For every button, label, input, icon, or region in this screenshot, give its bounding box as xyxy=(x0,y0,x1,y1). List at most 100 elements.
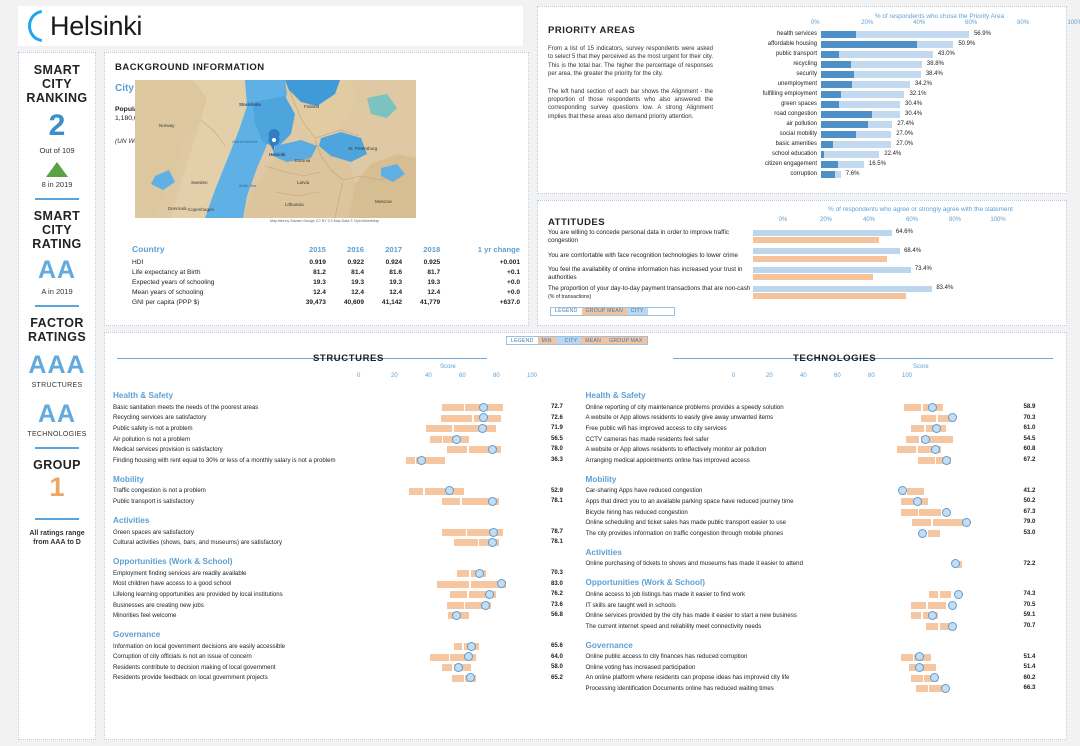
factor-row[interactable]: Online access to job listings has made i… xyxy=(586,589,1059,600)
city-score-marker[interactable] xyxy=(942,507,952,517)
svg-text:Gulf of Bothnia: Gulf of Bothnia xyxy=(232,140,257,144)
factor-row[interactable]: CCTV cameras has made residents feel saf… xyxy=(586,434,1059,445)
priority-row: security 38.4% xyxy=(733,69,1058,79)
map-graphic: Norway Sweden Finland Denmark Estonia La… xyxy=(135,80,416,218)
total-segment xyxy=(867,120,893,128)
min-to-mean-bar xyxy=(429,653,449,661)
city-score-marker[interactable] xyxy=(417,455,427,465)
factor-row[interactable]: Employment finding services are readily … xyxy=(113,568,586,579)
city-score-marker[interactable] xyxy=(931,423,941,433)
factor-row[interactable]: Online services provided by the city has… xyxy=(586,610,1059,621)
city-score-marker[interactable] xyxy=(940,684,950,694)
factor-row[interactable]: Online scheduling and ticket sales has m… xyxy=(586,517,1059,528)
factor-row[interactable]: The city provides information on traffic… xyxy=(586,528,1059,539)
factor-ratings-label: FACTOR RATINGS xyxy=(27,316,87,344)
factor-score-value: 65.2 xyxy=(551,673,563,681)
factor-row[interactable]: IT skills are taught well in schools 70.5 xyxy=(586,600,1059,611)
table-cell: Life expectancy at Birth xyxy=(132,268,201,276)
city-score-marker[interactable] xyxy=(451,434,461,444)
score-tick: 100 xyxy=(527,373,538,379)
factor-group-heading: Mobility xyxy=(585,474,617,484)
score-tick: 20 xyxy=(391,373,398,379)
factor-row[interactable]: Green spaces are satisfactory 78.7 xyxy=(113,527,586,538)
city-bar xyxy=(753,285,933,292)
priority-track xyxy=(821,140,1080,148)
svg-text:Moscow: Moscow xyxy=(375,199,393,204)
city-score-marker[interactable] xyxy=(477,423,487,433)
min-to-mean-bar xyxy=(926,622,939,630)
factor-row[interactable]: Most children have access to a good scho… xyxy=(113,579,586,590)
factor-row[interactable]: Businesses are creating new jobs 73.6 xyxy=(113,600,586,611)
city-score-marker[interactable] xyxy=(475,568,484,578)
factor-score-value: 50.2 xyxy=(1023,497,1036,505)
factor-row[interactable]: Apps that direct you to an available par… xyxy=(586,496,1059,507)
city-score-marker[interactable] xyxy=(467,641,477,651)
factor-row[interactable]: Public safety is not a problem 71.9 xyxy=(113,423,586,434)
factor-row[interactable]: A website or App allows residents to eff… xyxy=(586,444,1059,455)
total-segment xyxy=(852,80,910,88)
factor-row[interactable]: Processing identification Documents onli… xyxy=(586,683,1059,694)
factor-row[interactable]: Online reporting of city maintenance pro… xyxy=(586,402,1059,413)
factor-row[interactable]: Basic sanitation meets the needs of the … xyxy=(113,402,586,413)
city-score-marker[interactable] xyxy=(918,528,928,538)
min-to-mean-bar xyxy=(903,404,922,411)
factor-row[interactable]: Air pollution is not a problem 56.5 xyxy=(113,434,586,445)
factor-row[interactable]: The current internet speed and reliabili… xyxy=(586,621,1059,632)
factor-row[interactable]: Recycling services are satisfactory 72.6 xyxy=(113,413,586,424)
factor-label: Bicycle hiring has reduced congestion xyxy=(585,508,688,516)
priority-track xyxy=(821,30,1080,38)
location-map[interactable]: Norway Sweden Finland Denmark Estonia La… xyxy=(135,80,416,218)
attitudes-legend: LEGEND GROUP MEAN CITY xyxy=(550,299,675,317)
factor-row[interactable]: Arranging medical appointments online ha… xyxy=(586,455,1059,466)
factor-row[interactable]: An online platform where residents can p… xyxy=(586,673,1059,684)
city-score-marker[interactable] xyxy=(947,600,957,610)
smart-city-rating-label: SMART CITY RATING xyxy=(32,209,82,251)
city-score-marker[interactable] xyxy=(479,402,489,412)
factor-row[interactable]: Minorities feel welcome 56.8 xyxy=(113,610,586,621)
factor-row[interactable]: Traffic congestion is not a problem 52.9 xyxy=(113,486,586,497)
priority-track xyxy=(821,50,1080,58)
min-to-mean-bar xyxy=(405,456,415,464)
factor-row[interactable]: Lifelong learning opportunities are prov… xyxy=(113,589,586,600)
factor-label: The current internet speed and reliabili… xyxy=(585,622,762,630)
mean-to-max-bar xyxy=(424,487,464,495)
factor-row[interactable]: Free public wifi has improved access to … xyxy=(586,423,1059,434)
factor-row[interactable]: Online public access to city finances ha… xyxy=(586,652,1059,663)
city-score-marker[interactable] xyxy=(480,600,490,610)
city-score-marker[interactable] xyxy=(920,434,930,444)
city-score-marker[interactable] xyxy=(962,518,972,528)
factor-score-value: 54.5 xyxy=(1023,434,1036,442)
city-score-marker[interactable] xyxy=(948,621,958,631)
city-score-marker[interactable] xyxy=(942,455,952,465)
priority-label: green spaces xyxy=(780,101,817,107)
table-cell: 19.3 xyxy=(351,278,364,286)
factor-row[interactable]: A website or App allows residents to eas… xyxy=(586,413,1059,424)
city-score-marker[interactable] xyxy=(930,673,940,683)
factor-row[interactable]: Cultural activities (shows, bars, and mu… xyxy=(113,537,586,548)
factor-row[interactable]: Medical services provision is satisfacto… xyxy=(113,444,586,455)
city-score-marker[interactable] xyxy=(454,662,464,672)
priority-track xyxy=(821,80,1080,88)
city-score-marker[interactable] xyxy=(928,402,938,412)
city-score-marker[interactable] xyxy=(485,589,495,599)
factor-row[interactable]: Residents provide feedback on local gove… xyxy=(113,673,586,684)
factor-row[interactable]: Corruption of city officials is not an i… xyxy=(113,652,586,663)
city-score-marker[interactable] xyxy=(489,527,499,537)
factor-row[interactable]: Residents contribute to decision making … xyxy=(113,662,586,673)
factor-score-value: 60.2 xyxy=(1023,673,1036,681)
factor-row[interactable]: Bicycle hiring has reduced congestion 67.… xyxy=(586,507,1059,518)
factor-row[interactable]: Online purchasing of tickets to shows an… xyxy=(586,559,1059,570)
factor-row[interactable]: Public transport is satisfactory 78.1 xyxy=(113,496,586,507)
city-score-marker[interactable] xyxy=(954,589,964,599)
factor-row[interactable]: Finding housing with rent equal to 30% o… xyxy=(113,455,586,466)
city-score-marker[interactable] xyxy=(947,413,957,423)
factor-row[interactable]: Online voting has increased participatio… xyxy=(586,662,1059,673)
factor-score-value: 74.3 xyxy=(1023,590,1036,598)
city-score-marker[interactable] xyxy=(496,579,506,589)
factor-label: Apps that direct you to an available par… xyxy=(585,497,794,505)
total-segment xyxy=(839,50,933,58)
factor-row[interactable]: Information on local government decision… xyxy=(113,641,586,652)
table-row: Life expectancy at Birth 81.2 81.4 81.6 81.7… xyxy=(132,267,520,277)
map-attribution: Map tiles by Stamen Design CC BY 3.0 Map… xyxy=(270,219,380,223)
factor-row[interactable]: Car-sharing Apps have reduced congestion… xyxy=(586,486,1059,497)
